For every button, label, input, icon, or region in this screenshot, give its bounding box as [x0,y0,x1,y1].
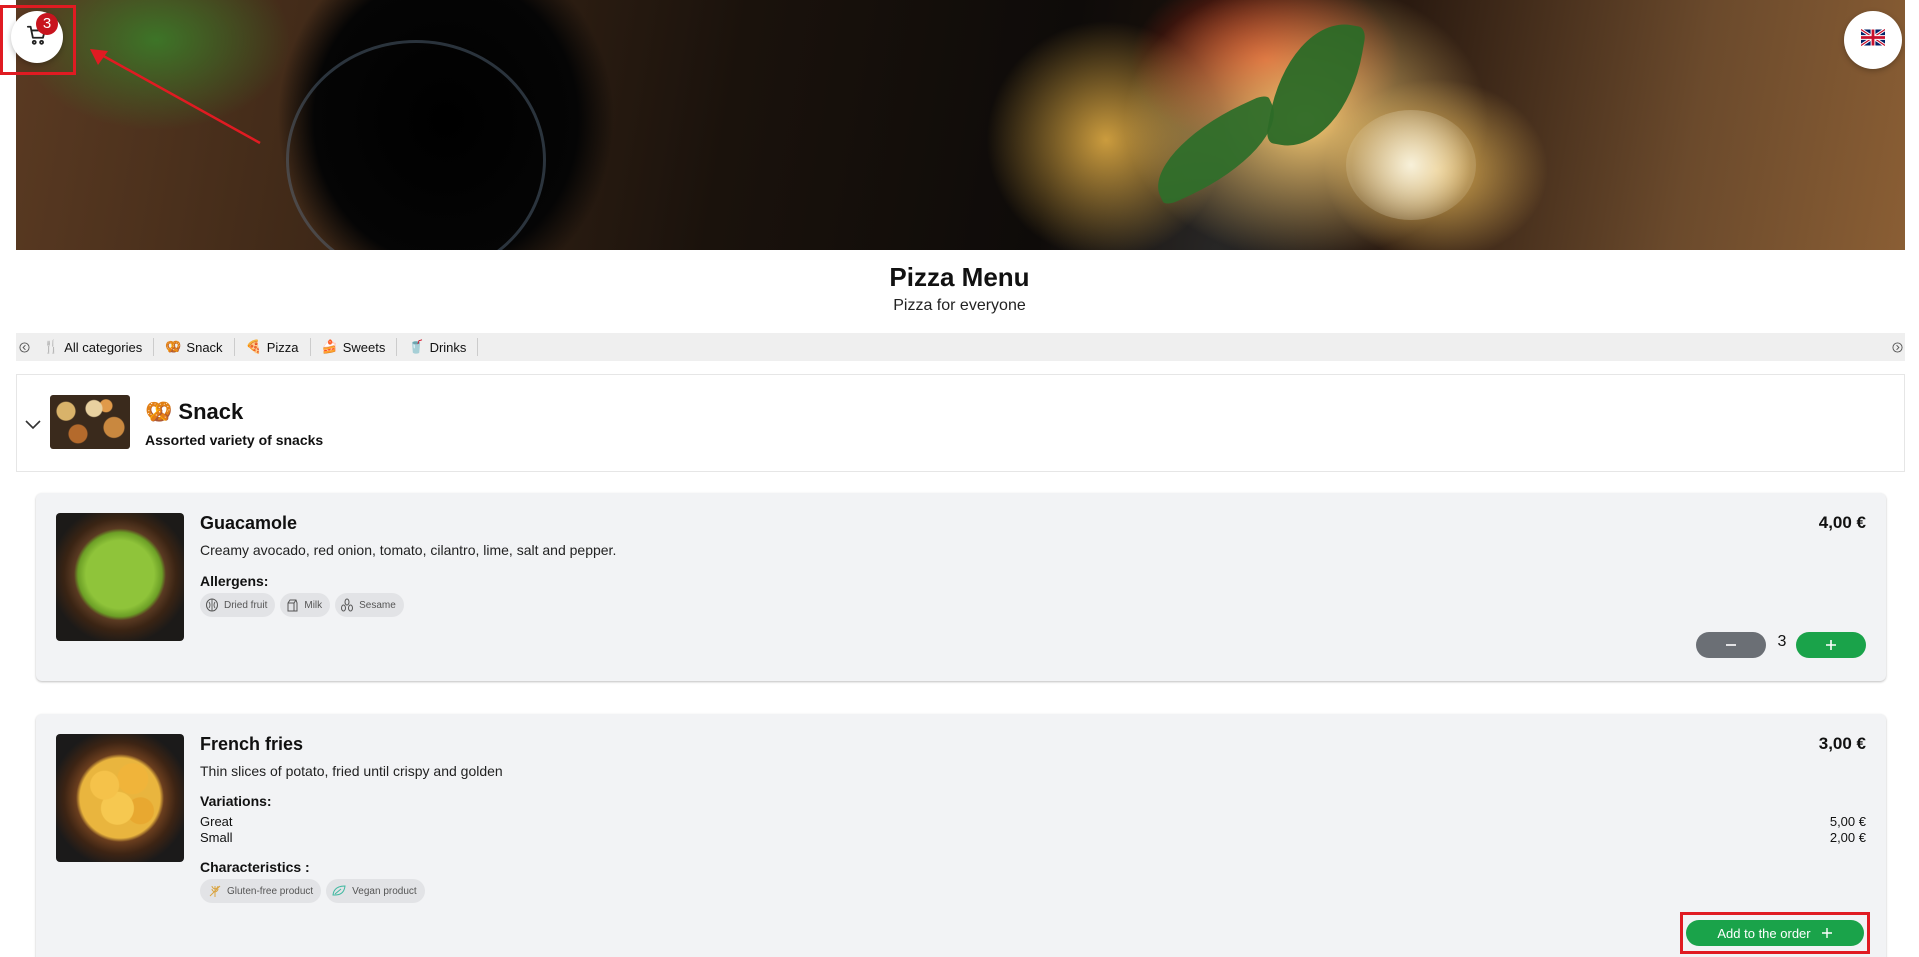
category-sweets[interactable]: 🍰 Sweets [311,338,398,356]
variation-name: Great [200,814,233,829]
variation-price: 2,00 € [1829,830,1866,845]
category-pizza[interactable]: 🍕 Pizza [235,338,311,356]
product-image [56,734,184,862]
category-snack[interactable]: 🥨 Snack [154,338,235,356]
product-description: Creamy avocado, red onion, tomato, cilan… [200,542,617,558]
hero-banner-image [16,0,1905,250]
category-drinks[interactable]: 🥤 Drinks [397,338,479,356]
product-name: Guacamole [200,513,298,533]
category-section-header: 🥨 Snack Assorted variety of snacks [16,374,1905,472]
allergen-label: Dried fruit [224,599,268,611]
increase-quantity-button[interactable] [1796,632,1866,658]
walnut-icon [206,598,218,612]
allergen-list: Dried fruit Milk Sesame [200,593,404,617]
wine-glass-shape [286,40,546,250]
allergen-label: Sesame [359,599,396,611]
product-price: 4,00 € [1818,513,1866,532]
variations-heading: Variations: [200,793,272,809]
vegan-leaf-icon [332,885,346,896]
pretzel-icon: 🥨 [145,399,173,424]
sesame-icon [341,598,354,612]
pretzel-icon: 🥨 [165,339,182,354]
language-button[interactable] [1844,11,1902,69]
basil-leaf-shape [1265,14,1367,156]
section-title: 🥨 Snack [145,399,243,425]
milk-carton-icon [287,599,298,612]
scroll-right-button[interactable] [1889,341,1905,353]
gluten-free-icon [209,885,221,897]
characteristic-chip: Gluten-free product [200,879,322,903]
category-bar: 🍴 All categories 🥨 Snack 🍕 Pizza 🍰 Sweet… [16,333,1905,361]
pizza-icon: 🍕 [245,339,262,354]
fork-knife-icon: 🍴 [43,339,60,354]
add-button-highlight-box [1680,912,1870,954]
variation-row[interactable]: Small 2,00 € [200,830,1866,845]
product-description: Thin slices of potato, fried until crisp… [200,763,503,779]
menu-subtitle: Pizza for everyone [893,297,1026,314]
product-card[interactable]: French fries 3,00 € Thin slices of potat… [36,714,1886,957]
plus-icon [1826,640,1836,650]
basil-leaf-shape [1139,93,1293,207]
allergens-heading: Allergens: [200,573,269,589]
minus-icon [1726,644,1736,646]
drink-icon: 🥤 [408,339,425,354]
product-card[interactable]: Guacamole 4,00 € Creamy avocado, red oni… [36,493,1886,681]
category-label: Snack [186,339,223,355]
allergen-label: Milk [304,599,323,611]
allergen-chip: Milk [280,593,331,617]
chevron-down-icon [25,420,41,430]
cart-highlight-box [0,5,76,75]
allergen-chip: Dried fruit [200,593,276,617]
section-name: Snack [178,399,244,424]
variation-price: 5,00 € [1829,814,1866,829]
category-label: Pizza [266,339,299,355]
category-label: All categories [64,339,143,355]
collapse-toggle[interactable] [25,417,41,435]
decrease-quantity-button[interactable] [1696,632,1766,658]
allergen-chip: Sesame [335,593,404,617]
chevron-left-icon [18,341,30,353]
variation-name: Small [200,830,233,845]
product-name: French fries [200,734,304,754]
characteristics-heading: Characteristics : [200,859,310,875]
uk-flag-icon [1860,28,1886,51]
menu-title: Pizza Menu [889,262,1030,292]
product-price: 3,00 € [1818,734,1866,753]
parmesan-shape [1346,110,1476,220]
annotation-arrow [90,49,261,145]
characteristics-list: Gluten-free product Vegan product [200,879,425,903]
variation-row[interactable]: Great 5,00 € [200,814,1866,829]
category-label: Drinks [429,339,467,355]
category-label: Sweets [342,339,386,355]
characteristic-label: Vegan product [352,885,417,897]
section-description: Assorted variety of snacks [145,432,324,448]
cake-icon: 🍰 [321,339,338,354]
product-image [56,513,184,641]
chevron-right-icon [1891,341,1903,353]
characteristic-label: Gluten-free product [227,885,314,897]
quantity-value: 3 [1777,633,1787,650]
category-thumbnail [50,395,130,449]
scroll-left-button[interactable] [16,341,32,353]
characteristic-chip: Vegan product [326,879,425,903]
category-all[interactable]: 🍴 All categories [32,338,155,356]
